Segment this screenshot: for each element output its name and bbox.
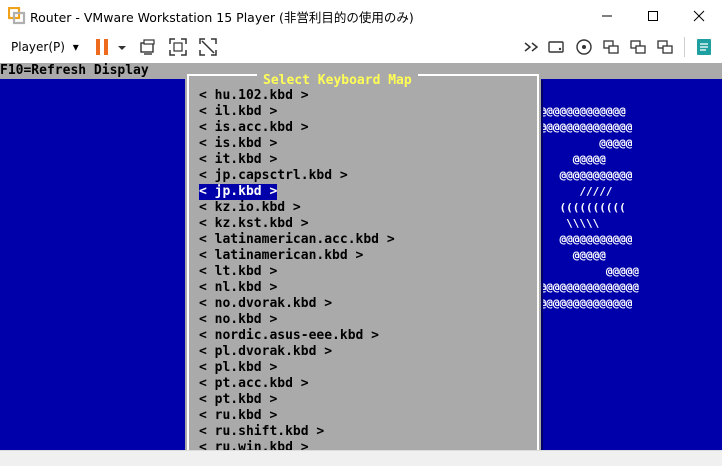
keyboard-map-item[interactable]: < lt.kbd > <box>199 264 277 280</box>
ascii-art-line: # @@@@@ <box>533 249 606 262</box>
close-button[interactable] <box>676 0 722 31</box>
keyboard-map-item[interactable]: < kz.kst.kbd > <box>199 216 309 232</box>
network-adapter-3-icon[interactable] <box>655 37 675 57</box>
keyboard-map-item[interactable]: < pl.dvorak.kbd > <box>199 344 332 360</box>
ascii-art-line: @@@@@@@@@@@ <box>533 169 633 182</box>
ascii-art-line: @@@@@ <box>533 137 633 150</box>
keyboard-map-item[interactable]: < no.dvorak.kbd > <box>199 296 332 312</box>
ascii-art-line: @@@@@ <box>533 153 606 166</box>
send-ctrl-alt-del-icon[interactable] <box>138 37 158 57</box>
keyboard-map-dialog: Select Keyboard Map < hu.102.kbd > < il.k… <box>185 72 541 450</box>
minimize-button[interactable] <box>584 0 630 31</box>
ascii-art-line: #@@@@@@@@@@@@@@ <box>533 297 633 310</box>
keyboard-map-item[interactable]: < pt.kbd > <box>199 392 277 408</box>
keyboard-map-item[interactable]: < nordic.asus-eee.kbd > <box>199 328 379 344</box>
keyboard-map-item[interactable]: < latinamerican.acc.kbd > <box>199 232 395 248</box>
ascii-art-line: @@@@@@@@@@@@@@ <box>533 105 626 118</box>
chevron-down-icon: ▾ <box>72 40 79 54</box>
keyboard-map-item[interactable]: < pl.kbd > <box>199 360 277 376</box>
status-bar <box>0 450 722 466</box>
pause-icon[interactable] <box>92 37 112 57</box>
cd-dvd-icon[interactable] <box>574 37 594 57</box>
dialog-title: Select Keyboard Map <box>257 72 418 89</box>
f10-refresh-hint: F10=Refresh Display <box>0 63 200 79</box>
player-menu-label: Player(P) <box>11 40 65 54</box>
keyboard-map-item[interactable]: < ru.win.kbd > <box>199 440 309 450</box>
ascii-art-line: (((((((((( <box>533 201 626 214</box>
window-titlebar: Router - VMware Workstation 15 Player (非… <box>0 0 722 31</box>
keyboard-map-item[interactable]: < jp.kbd > <box>199 184 278 200</box>
minimize-icon <box>602 15 612 16</box>
network-adapter-icon[interactable] <box>601 37 621 57</box>
keyboard-map-item[interactable]: < it.kbd > <box>199 152 277 168</box>
close-icon <box>693 10 705 21</box>
ascii-art-line: @@@@@@@@@@@@@@@ <box>533 121 633 134</box>
full-screen-icon[interactable] <box>168 37 188 57</box>
maximize-button[interactable] <box>630 0 676 31</box>
keyboard-map-item[interactable]: < latinamerican.kbd > <box>199 248 363 264</box>
keyboard-map-item[interactable]: < ru.kbd > <box>199 408 277 424</box>
keyboard-map-item[interactable]: < no.kbd > <box>199 312 277 328</box>
power-dropdown-icon[interactable] <box>115 37 129 57</box>
hard-disk-icon[interactable] <box>546 37 566 57</box>
ascii-art-line: @@@@@@@@@@@ <box>533 233 633 246</box>
window-title: Router - VMware Workstation 15 Player (非… <box>30 10 414 25</box>
ascii-art-line: # @@@@@ <box>533 265 639 278</box>
toolbar-divider <box>684 37 685 57</box>
keyboard-map-item[interactable]: < is.acc.kbd > <box>199 120 309 136</box>
unity-mode-icon[interactable] <box>198 37 218 57</box>
ascii-art-line: ///// <box>533 185 613 198</box>
vm-console[interactable]: F10=Refresh Display @@@@@@@@@@@@@@ @@@@@@… <box>0 63 722 450</box>
keyboard-map-item[interactable]: < il.kbd > <box>199 104 277 120</box>
vmware-app-icon <box>8 7 26 25</box>
ascii-art-line: #@@@@@@@@@@@@@@@ <box>533 281 639 294</box>
keyboard-map-item[interactable]: < ru.shift.kbd > <box>199 424 324 440</box>
notes-icon[interactable] <box>694 37 714 57</box>
more-devices-icon[interactable] <box>522 37 542 57</box>
keyboard-map-item[interactable]: < kz.io.kbd > <box>199 200 301 216</box>
player-menu-button[interactable]: Player(P) ▾ <box>11 40 79 54</box>
keyboard-map-item[interactable]: < pt.acc.kbd > <box>199 376 309 392</box>
player-toolbar: Player(P) ▾ <box>0 31 722 64</box>
keyboard-map-item[interactable]: < is.kbd > <box>199 136 277 152</box>
keyboard-map-item[interactable]: < hu.102.kbd > <box>199 88 309 104</box>
keyboard-map-item[interactable]: < jp.capsctrl.kbd > <box>199 168 348 184</box>
maximize-icon <box>648 10 658 21</box>
network-adapter-2-icon[interactable] <box>628 37 648 57</box>
keyboard-map-item[interactable]: < nl.kbd > <box>199 280 277 296</box>
